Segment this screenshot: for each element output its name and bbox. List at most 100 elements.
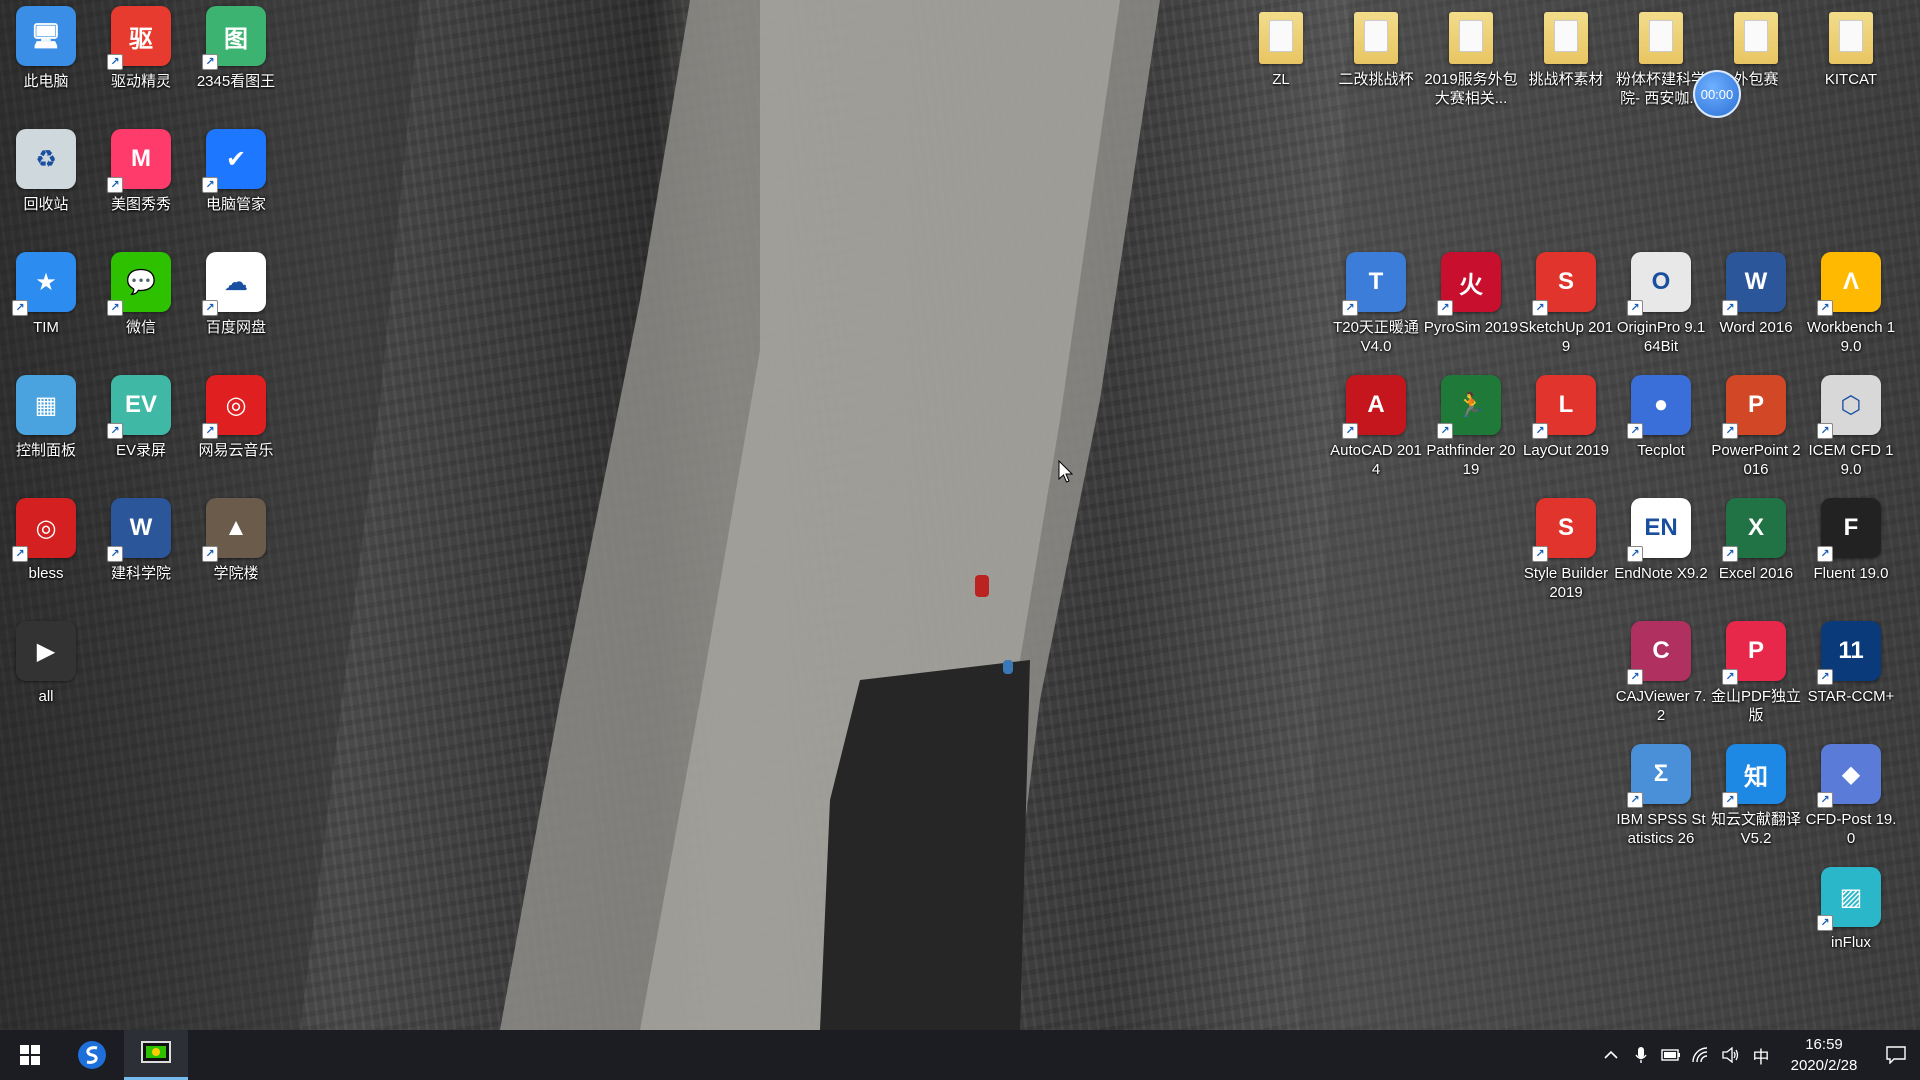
desktop-icon-workbench[interactable]: Λ ↗ Workbench 19.0	[1805, 252, 1897, 370]
shortcut-arrow-icon: ↗	[1532, 546, 1548, 562]
microphone-button[interactable]	[1626, 1030, 1656, 1080]
desktop-icon-excel[interactable]: X ↗ Excel 2016	[1710, 498, 1802, 616]
desktop-icon-autocad[interactable]: A ↗ AutoCAD 2014	[1330, 375, 1422, 493]
desktop-icon-2345-viewer[interactable]: 图 ↗ 2345看图王	[190, 6, 282, 124]
desktop-icon-control-panel[interactable]: ▦ 控制面板	[0, 375, 92, 493]
desktop-icon-pyrosim[interactable]: 火 ↗ PyroSim 2019	[1424, 252, 1518, 370]
climber-figure	[1003, 660, 1013, 674]
wifi-button[interactable]	[1686, 1030, 1716, 1080]
desktop-icon-xueyuanlou[interactable]: ▲ ↗ 学院楼	[190, 498, 282, 616]
desktop-icon-label: Style Builder 2019	[1523, 565, 1609, 601]
desktop-icon-label: 控制面板	[15, 442, 76, 459]
desktop-icon-cfdpost[interactable]: ◆ ↗ CFD-Post 19.0	[1805, 744, 1897, 862]
clock[interactable]: 16:59 2020/2/28	[1776, 1034, 1872, 1076]
desktop-icon-zl[interactable]: ZL	[1235, 6, 1327, 124]
climber-figure	[975, 575, 989, 597]
icon-glyph: Λ	[1842, 268, 1859, 295]
desktop-icon-label: Excel 2016	[1718, 565, 1794, 582]
desktop-icon-endnote[interactable]: EN ↗ EndNote X9.2	[1614, 498, 1708, 616]
desktop-icon-t20[interactable]: T ↗ T20天正暖通 V4.0	[1330, 252, 1422, 370]
shortcut-arrow-icon: ↗	[1722, 300, 1738, 316]
icon-glyph: ▲	[224, 514, 248, 541]
desktop-icon-powerpoint[interactable]: P ↗ PowerPoint 2016	[1710, 375, 1802, 493]
desktop-icon-driver-genius[interactable]: 驱 ↗ 驱动精灵	[95, 6, 187, 124]
icon-glyph: C	[1652, 637, 1670, 664]
folder-icon	[1544, 12, 1588, 64]
taskbar: 中 16:59 2020/2/28	[0, 1030, 1920, 1080]
shortcut-arrow-icon: ↗	[107, 54, 123, 70]
desktop-icon-label: 学院楼	[213, 565, 259, 582]
desktop-icon-label: EV录屏	[115, 442, 166, 459]
desktop-icon-netease-music[interactable]: ◎ ↗ 网易云音乐	[190, 375, 282, 493]
desktop-icon-zhiyun[interactable]: 知 ↗ 知云文献翻译 V5.2	[1710, 744, 1802, 862]
recording-timer-bubble[interactable]: 00:00	[1693, 70, 1741, 118]
desktop-icon-all[interactable]: ▶ all	[0, 621, 92, 739]
t20-icon: T ↗	[1342, 252, 1406, 316]
desktop-icon-wechat[interactable]: 💬 ↗ 微信	[95, 252, 187, 370]
desktop-icon-label: EndNote X9.2	[1614, 565, 1708, 582]
desktop-icon-label: 金山PDF独立版	[1710, 688, 1801, 724]
desktop-icon-label: LayOut 2019	[1523, 442, 1609, 459]
desktop-icon-tecplot[interactable]: ● ↗ Tecplot	[1615, 375, 1707, 493]
taskbar-app-sogou[interactable]	[60, 1030, 124, 1080]
desktop-icon-service-2019[interactable]: 2019服务外包大赛相关...	[1424, 6, 1518, 124]
desktop-icon-pathfinder[interactable]: 🏃 ↗ Pathfinder 2019	[1425, 375, 1517, 493]
desktop-icon-starccm[interactable]: 11 ↗ STAR-CCM+	[1805, 621, 1897, 739]
desktop-icon-stylebuilder[interactable]: S ↗ Style Builder 2019	[1520, 498, 1612, 616]
desktop-icon-powder-cup[interactable]: 粉体杯建科学院- 西安咖...	[1615, 6, 1707, 124]
show-hidden-icons-button[interactable]	[1596, 1030, 1626, 1080]
desktop-icon-word[interactable]: W ↗ Word 2016	[1710, 252, 1802, 370]
recycle-bin-icon: ♻	[16, 129, 76, 189]
desktop-icon-erjiao[interactable]: 二改挑战杯	[1330, 6, 1422, 124]
desktop-icon-this-pc[interactable]: 🖥 此电脑	[0, 6, 92, 124]
desktop-icon-tim[interactable]: ★ ↗ TIM	[0, 252, 92, 370]
icon-glyph: ▦	[34, 391, 58, 419]
desktop-icon-bless[interactable]: ◎ ↗ bless	[0, 498, 92, 616]
shortcut-arrow-icon: ↗	[1627, 669, 1643, 685]
battery-button[interactable]	[1656, 1030, 1686, 1080]
start-button[interactable]	[0, 1030, 60, 1080]
icon-glyph: 🏃	[1456, 391, 1486, 419]
desktop-icon-ev-recorder[interactable]: EV ↗ EV录屏	[95, 375, 187, 493]
endnote-icon: EN ↗	[1627, 498, 1691, 562]
shortcut-arrow-icon: ↗	[1532, 423, 1548, 439]
desktop-icon-originpro[interactable]: O ↗ OriginPro 9.1 64Bit	[1615, 252, 1707, 370]
desktop-icon-pc-manager[interactable]: ✔ ↗ 电脑管家	[190, 129, 282, 247]
icon-glyph: S	[1557, 514, 1574, 541]
pdf-icon: P ↗	[1722, 621, 1786, 685]
pyrosim-icon: 火 ↗	[1437, 252, 1501, 316]
desktop-icon-fluent[interactable]: F ↗ Fluent 19.0	[1805, 498, 1897, 616]
desktop-icon-label: Tecplot	[1637, 442, 1685, 459]
desktop-icon-recycle-bin[interactable]: ♻ 回收站	[0, 129, 92, 247]
shortcut-arrow-icon: ↗	[202, 300, 218, 316]
desktop-icon-cajviewer[interactable]: C ↗ CAJViewer 7.2	[1615, 621, 1707, 739]
desktop-icon-wps-pdf[interactable]: P ↗ 金山PDF独立版	[1710, 621, 1802, 739]
desktop-icon-kitcat[interactable]: KITCAT	[1805, 6, 1897, 124]
desktop-icon-spss[interactable]: Σ ↗ IBM SPSS Statistics 26	[1615, 744, 1707, 862]
desktop-icon-challenge-material[interactable]: 挑战杯素材	[1520, 6, 1612, 124]
action-center-button[interactable]	[1872, 1030, 1920, 1080]
desktop-icon-influx[interactable]: ▨ ↗ inFlux	[1805, 867, 1897, 985]
desktop-icon-label: 百度网盘	[205, 319, 266, 336]
desktop-icon-label: 电脑管家	[205, 196, 266, 213]
desktop-icon-sketchup[interactable]: S ↗ SketchUp 2019	[1519, 252, 1613, 370]
input-method-indicator[interactable]: 中	[1746, 1030, 1776, 1080]
taskbar-app-screen-recorder[interactable]	[124, 1030, 188, 1080]
desktop-icon-layout[interactable]: L ↗ LayOut 2019	[1520, 375, 1612, 493]
desktop-icon-icem[interactable]: ⬡ ↗ ICEM CFD 19.0	[1805, 375, 1897, 493]
desktop-icon-baidu-pan[interactable]: ☁ ↗ 百度网盘	[190, 252, 282, 370]
desktop-icon-label: 网易云音乐	[198, 442, 274, 459]
shortcut-arrow-icon: ↗	[107, 546, 123, 562]
image-viewer-icon: 图 ↗	[202, 6, 266, 70]
netease-music-icon: ◎ ↗	[202, 375, 266, 439]
desktop-icon-meitu[interactable]: M ↗ 美图秀秀	[95, 129, 187, 247]
desktop-icon-label: CFD-Post 19.0	[1805, 811, 1897, 847]
cfd-post-icon: ◆ ↗	[1817, 744, 1881, 808]
shortcut-arrow-icon: ↗	[202, 54, 218, 70]
volume-button[interactable]	[1716, 1030, 1746, 1080]
desktop-icon-jianke[interactable]: W ↗ 建科学院	[95, 498, 187, 616]
desktop-icon-label: KITCAT	[1824, 71, 1878, 88]
shortcut-arrow-icon: ↗	[1437, 300, 1453, 316]
battery-icon	[1661, 1049, 1680, 1061]
desktop-icon-label: all	[38, 688, 54, 705]
